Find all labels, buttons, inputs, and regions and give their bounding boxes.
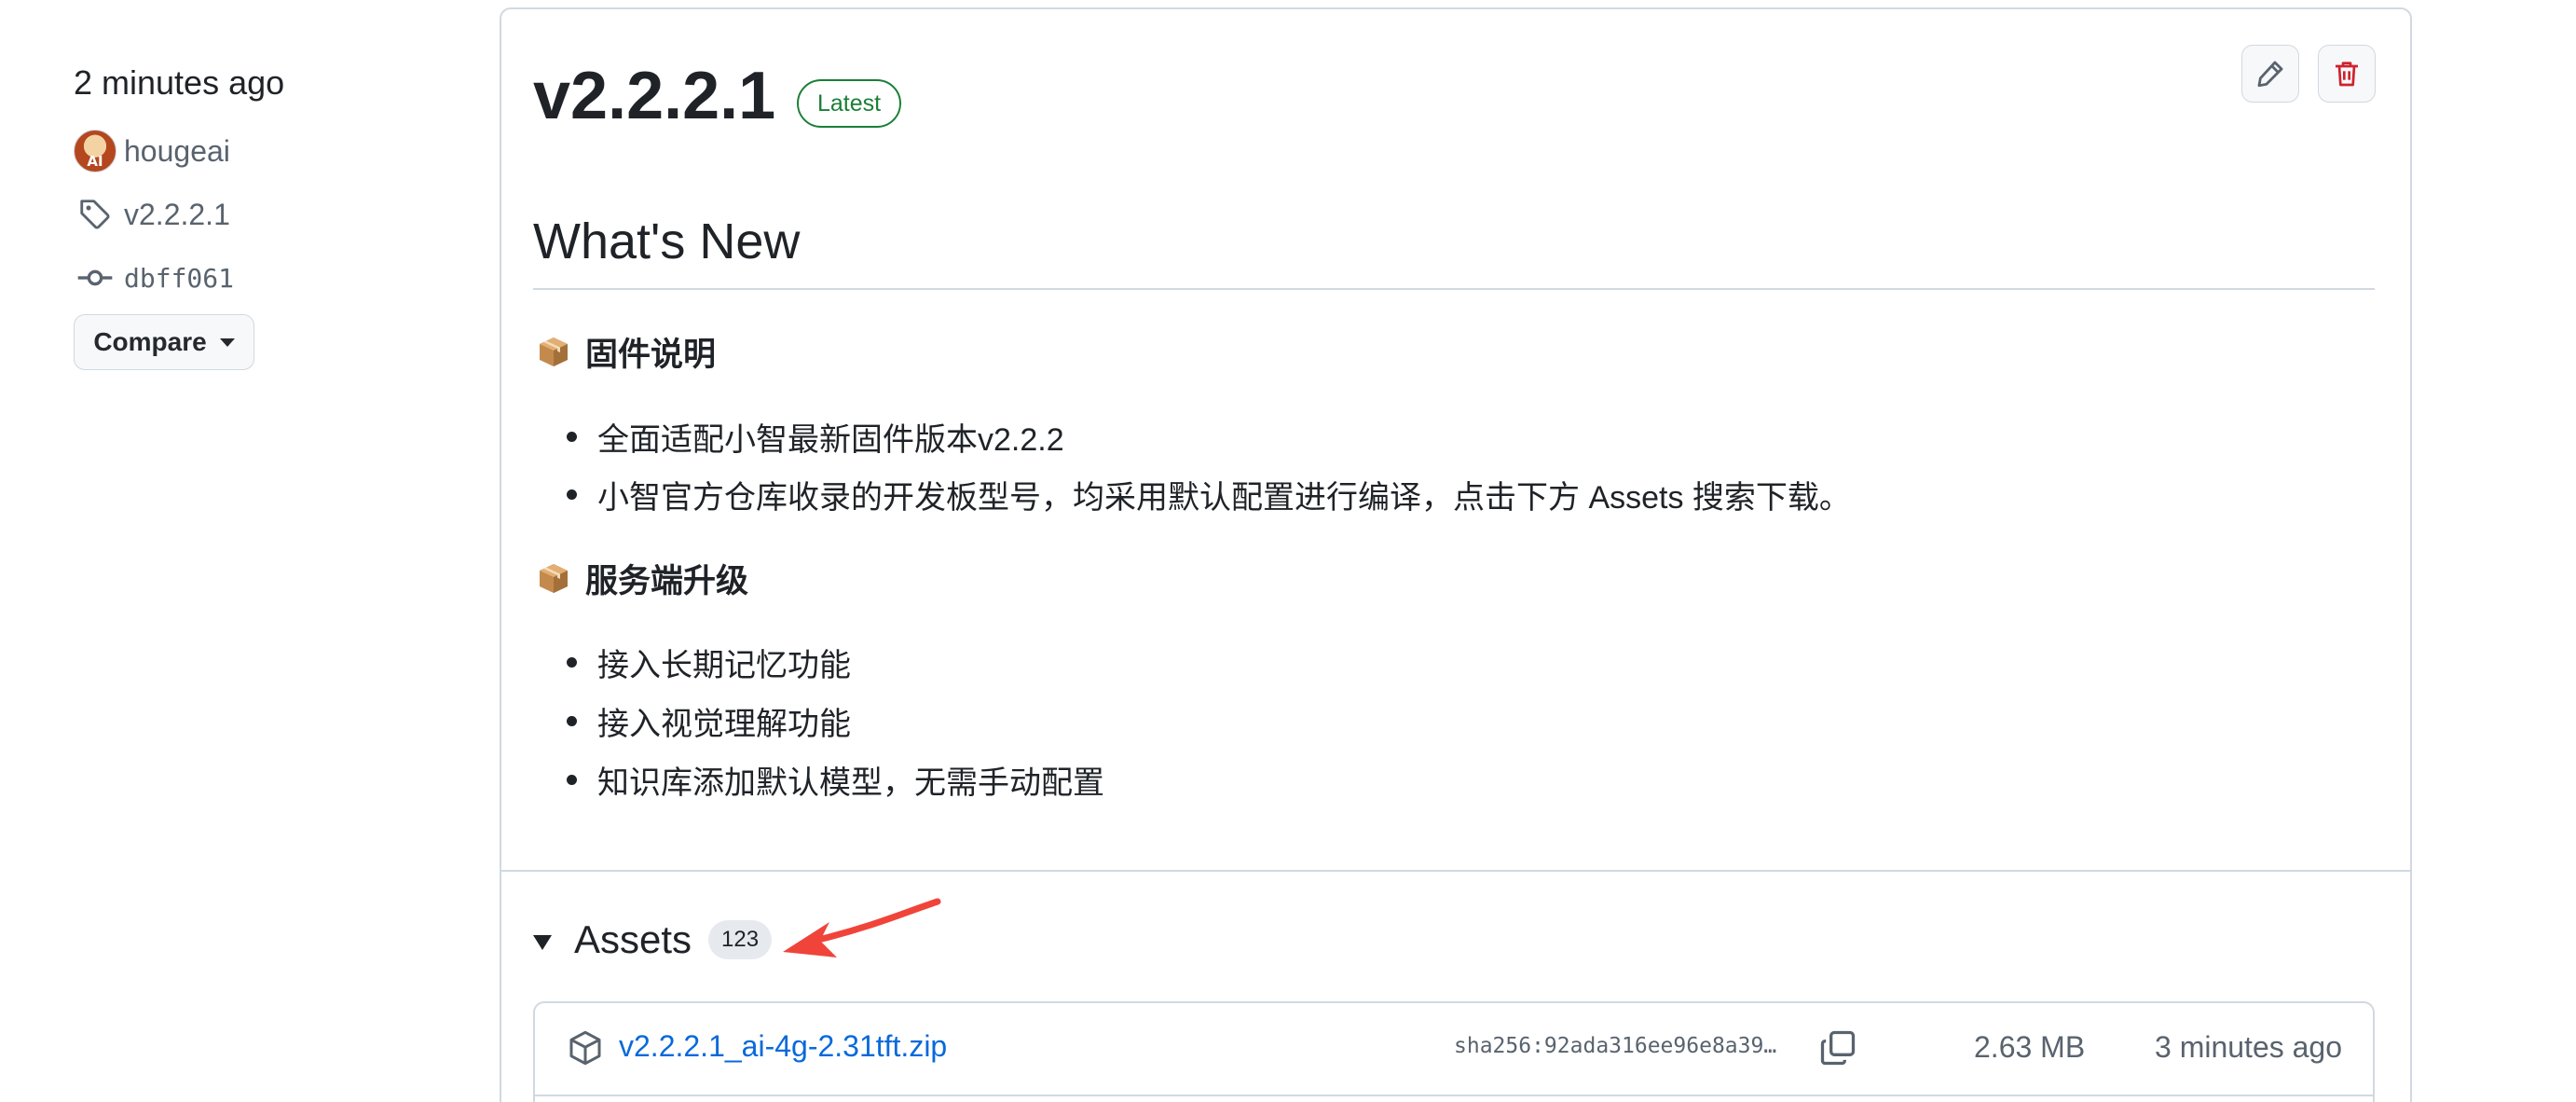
assets-count-badge: 123 (708, 920, 773, 959)
release-page: 2 minutes ago AI hougeai v2.2.2.1 dbff06… (0, 0, 2576, 1102)
latest-badge: Latest (797, 79, 902, 128)
tag-name[interactable]: v2.2.2.1 (124, 198, 230, 232)
assets-toggle[interactable]: Assets 123 (533, 912, 773, 968)
avatar[interactable]: AI (74, 130, 116, 172)
bullet-dot (567, 656, 577, 668)
triangle-down-icon (533, 935, 552, 950)
list-item: 小智官方仓库收录的开发板型号，均采用默认配置进行编译，点击下方 Assets 搜… (567, 471, 1851, 517)
pencil-icon (2257, 61, 2283, 88)
package-icon (540, 337, 568, 366)
list-item: 知识库添加默认模型，无需手动配置 (567, 756, 1104, 803)
asset-sha256: sha256:92ada316ee96e8a39… (1454, 1034, 1777, 1058)
git-commit-icon (74, 256, 116, 299)
edit-release-button[interactable] (2241, 45, 2299, 103)
list-item: 全面适配小智最新固件版本v2.2.2 (567, 413, 1064, 460)
release-time: 2 minutes ago (74, 63, 285, 102)
bullet-dot (567, 774, 577, 785)
list-item-text: 接入长期记忆功能 (597, 647, 851, 683)
asset-size: 2.63 MB (1974, 1030, 2086, 1064)
whats-new-heading: What's New (533, 214, 801, 269)
list-item: 接入视觉理解功能 (567, 697, 851, 744)
compare-button[interactable]: Compare (74, 314, 254, 370)
copy-icon[interactable] (1817, 1027, 1858, 1068)
author-name[interactable]: hougeai (124, 134, 230, 169)
release-title[interactable]: v2.2.2.1 (533, 58, 775, 134)
avatar-text: AI (87, 153, 103, 170)
trash-icon (2336, 62, 2358, 87)
package-icon (569, 1030, 601, 1066)
author-link[interactable]: AI hougeai (74, 129, 230, 173)
list-item-text: 全面适配小智最新固件版本v2.2.2 (597, 421, 1064, 458)
asset-row: v2.2.2.1_ai-4g-2.31tft.zip sha256:92ada3… (535, 1003, 2373, 1096)
commit-sha[interactable]: dbff061 (124, 263, 234, 294)
asset-date: 3 minutes ago (2155, 1030, 2343, 1064)
red-arrow-annotation (783, 898, 941, 957)
bullet-dot (567, 431, 577, 442)
caret-down-icon (219, 337, 235, 347)
tag-link[interactable]: v2.2.2.1 (74, 192, 230, 237)
list-item-text: 接入视觉理解功能 (597, 706, 851, 742)
commit-link[interactable]: dbff061 (74, 255, 234, 300)
bullet-dot (567, 489, 577, 500)
bullet-dot (567, 715, 577, 726)
list-item-text: 小智官方仓库收录的开发板型号，均采用默认配置进行编译，点击下方 Assets 搜… (597, 479, 1851, 516)
server-section-heading: 服务端升级 (537, 555, 748, 601)
asset-download-link[interactable]: v2.2.2.1_ai-4g-2.31tft.zip (619, 1029, 947, 1064)
avatar-wrapper: AI (74, 130, 116, 172)
section-title: 服务端升级 (585, 562, 749, 599)
heading-divider (533, 288, 2375, 290)
list-item-text: 知识库添加默认模型，无需手动配置 (597, 765, 1104, 801)
delete-release-button[interactable] (2318, 45, 2376, 103)
list-item: 接入长期记忆功能 (567, 639, 851, 685)
tag-icon (74, 193, 116, 236)
assets-label: Assets (574, 917, 692, 961)
card-divider (501, 870, 2410, 872)
firmware-section-heading: 固件说明 (537, 328, 716, 375)
compare-label: Compare (93, 327, 207, 356)
section-title: 固件说明 (585, 336, 717, 373)
package-icon (540, 564, 568, 593)
